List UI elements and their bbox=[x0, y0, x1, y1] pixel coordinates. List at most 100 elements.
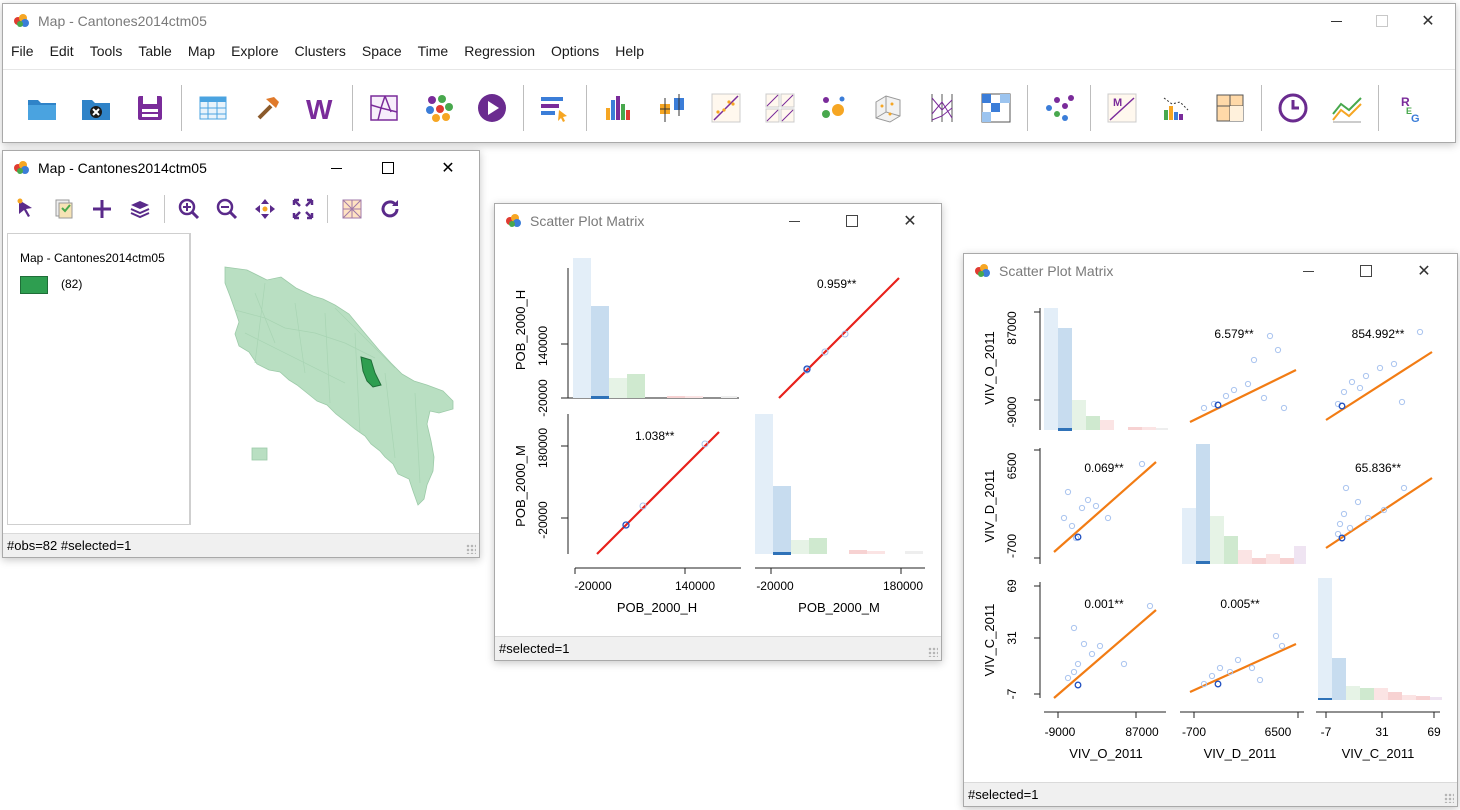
scatter-cell-o-vs-c: 854.992** bbox=[1325, 327, 1433, 421]
menu-file[interactable]: File bbox=[3, 43, 42, 59]
menu-space[interactable]: Space bbox=[354, 43, 410, 59]
spm1-plot-area[interactable]: POB_2000_H 140000 -20000 0.959** 1.038**… bbox=[495, 238, 941, 636]
menu-time[interactable]: Time bbox=[410, 43, 457, 59]
menu-regression[interactable]: Regression bbox=[456, 43, 543, 59]
regression-icon[interactable]: REG bbox=[1392, 88, 1428, 128]
fit-extent-icon[interactable] bbox=[290, 196, 316, 222]
close-project-icon[interactable] bbox=[78, 88, 114, 128]
y-axis-viv-c-2011: VIV_C_2011 69 31 -7 bbox=[982, 579, 1041, 699]
play-animation-icon[interactable] bbox=[474, 88, 510, 128]
menu-help[interactable]: Help bbox=[607, 43, 652, 59]
map-canvas[interactable] bbox=[195, 233, 477, 525]
x-tick-label: 87000 bbox=[1125, 725, 1159, 739]
y-axis-viv-o-2011: VIV_O_2011 87000 -9000 bbox=[982, 308, 1041, 430]
spm1-window-title: Scatter Plot Matrix bbox=[530, 213, 645, 229]
moran-scatter-icon[interactable]: M bbox=[1104, 88, 1140, 128]
minimize-button[interactable] bbox=[313, 151, 359, 185]
weights-manager-icon[interactable]: W bbox=[303, 88, 339, 128]
menu-tools[interactable]: Tools bbox=[82, 43, 131, 59]
3d-scatter-icon[interactable] bbox=[870, 88, 906, 128]
svg-text:W: W bbox=[306, 94, 333, 125]
resize-grip-icon[interactable] bbox=[1444, 793, 1454, 803]
cluster-dots-icon[interactable] bbox=[1041, 88, 1077, 128]
legend-title: Map - Cantones2014ctm05 bbox=[20, 251, 165, 265]
maximize-button[interactable] bbox=[1359, 4, 1405, 38]
spm2-plot-area[interactable]: VIV_O_2011 87000 -9000 6.579** 854.992** bbox=[964, 288, 1457, 782]
histogram-icon[interactable] bbox=[600, 88, 636, 128]
minimize-button[interactable] bbox=[1285, 254, 1331, 288]
correlation-coef: 6.579** bbox=[1214, 327, 1254, 341]
menu-clusters[interactable]: Clusters bbox=[287, 43, 354, 59]
x-tick-label: -7 bbox=[1321, 725, 1332, 739]
maximize-button[interactable] bbox=[829, 204, 875, 238]
correlation-coef: 1.038** bbox=[635, 429, 675, 443]
scatter-matrix-window-2: Scatter Plot Matrix ✕ VIV_O_2011 87000 -… bbox=[963, 253, 1458, 807]
correlogram-icon[interactable] bbox=[1158, 88, 1194, 128]
conditional-plot-icon[interactable] bbox=[978, 88, 1014, 128]
cluster-map-icon[interactable] bbox=[420, 88, 456, 128]
toolbar-separator bbox=[1027, 85, 1028, 131]
open-folder-icon[interactable] bbox=[24, 88, 60, 128]
close-button[interactable]: ✕ bbox=[1401, 254, 1447, 288]
bubble-chart-icon[interactable] bbox=[816, 88, 852, 128]
toolbar-separator bbox=[181, 85, 182, 131]
selection-mode-icon[interactable] bbox=[51, 196, 77, 222]
maximize-button[interactable] bbox=[365, 151, 411, 185]
lisa-map-icon[interactable] bbox=[1212, 88, 1248, 128]
menu-table[interactable]: Table bbox=[130, 43, 179, 59]
correlation-coef: 0.001** bbox=[1084, 597, 1124, 611]
map-icon[interactable] bbox=[366, 88, 402, 128]
close-button[interactable]: ✕ bbox=[887, 204, 933, 238]
histogram-pob-2000-h bbox=[561, 258, 739, 399]
averages-chart-icon[interactable] bbox=[1329, 88, 1365, 128]
select-pointer-icon[interactable] bbox=[13, 196, 39, 222]
select-variable-icon[interactable] bbox=[537, 88, 573, 128]
add-layer-plus-icon[interactable] bbox=[89, 196, 115, 222]
minimize-button[interactable] bbox=[1313, 4, 1359, 38]
resize-grip-icon[interactable] bbox=[928, 647, 938, 657]
y-tick-label: -700 bbox=[1005, 534, 1019, 558]
y-tick-label: 140000 bbox=[536, 326, 550, 366]
pan-icon[interactable] bbox=[252, 196, 278, 222]
y-axis-label-viv-c-2011: VIV_C_2011 bbox=[982, 604, 997, 677]
y-axis-label-pob-2000-h: POB_2000_H bbox=[513, 290, 528, 370]
layers-icon[interactable] bbox=[127, 196, 153, 222]
scatter-cell-h-vs-m: 0.959** bbox=[778, 277, 900, 399]
main-window-title: Map - Cantones2014ctm05 bbox=[38, 13, 207, 29]
map-window: Map - Cantones2014ctm05 ✕ Map - Cantones… bbox=[2, 150, 480, 558]
menu-options[interactable]: Options bbox=[543, 43, 607, 59]
close-button[interactable]: ✕ bbox=[1405, 4, 1451, 38]
x-axis-viv-o-2011: -9000 87000 VIV_O_2011 bbox=[1044, 711, 1166, 761]
close-button[interactable]: ✕ bbox=[425, 151, 471, 185]
map-toolbar bbox=[3, 187, 479, 231]
toolbar-separator bbox=[327, 195, 328, 223]
y-axis-pob-2000-h: POB_2000_H 140000 -20000 bbox=[513, 290, 550, 417]
zoom-in-icon[interactable] bbox=[176, 196, 202, 222]
geoda-app-icon bbox=[14, 14, 29, 27]
x-tick-label: 180000 bbox=[883, 579, 923, 593]
parallel-coordinates-icon[interactable] bbox=[924, 88, 960, 128]
maximize-button[interactable] bbox=[1343, 254, 1389, 288]
y-tick-label: -20000 bbox=[536, 501, 550, 539]
x-axis-label-viv-c-2011: VIV_C_2011 bbox=[1342, 746, 1415, 761]
x-axis-pob-2000-m: -20000 180000 POB_2000_M bbox=[755, 567, 925, 615]
basemap-icon[interactable] bbox=[339, 196, 365, 222]
menu-explore[interactable]: Explore bbox=[223, 43, 286, 59]
scatter-cell-c-vs-o: 0.001** bbox=[1053, 597, 1157, 699]
menu-edit[interactable]: Edit bbox=[42, 43, 82, 59]
map-status-bar: #obs=82 #selected=1 bbox=[3, 533, 479, 557]
resize-grip-icon[interactable] bbox=[466, 544, 476, 554]
main-titlebar[interactable]: Map - Cantones2014ctm05 bbox=[3, 4, 1455, 38]
zoom-out-icon[interactable] bbox=[214, 196, 240, 222]
scatter-matrix-icon[interactable] bbox=[762, 88, 798, 128]
refresh-icon[interactable] bbox=[377, 196, 403, 222]
hammer-tools-icon[interactable] bbox=[249, 88, 285, 128]
minimize-button[interactable] bbox=[771, 204, 817, 238]
menu-map[interactable]: Map bbox=[180, 43, 223, 59]
scatter-plot-icon[interactable] bbox=[708, 88, 744, 128]
table-icon[interactable] bbox=[195, 88, 231, 128]
save-icon[interactable] bbox=[132, 88, 168, 128]
legend-color-swatch[interactable] bbox=[20, 276, 48, 294]
time-editor-icon[interactable] bbox=[1275, 88, 1311, 128]
box-plot-icon[interactable] bbox=[654, 88, 690, 128]
